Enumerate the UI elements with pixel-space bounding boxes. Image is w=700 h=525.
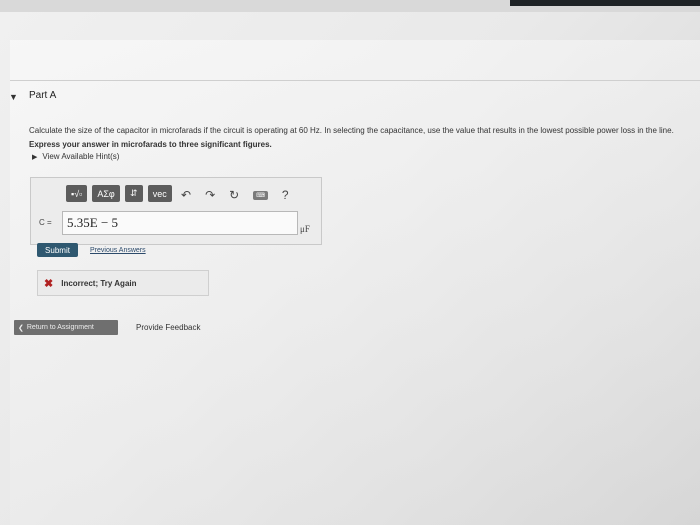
section-divider xyxy=(10,80,700,81)
feedback-text: Incorrect; Try Again xyxy=(61,278,137,288)
expand-arrow-icon: ▶ xyxy=(32,153,38,161)
view-hints-link[interactable]: ▶ View Available Hint(s) xyxy=(32,152,119,161)
instruction-text: Express your answer in microfarads to th… xyxy=(29,140,272,149)
submit-button[interactable]: Submit xyxy=(37,243,78,257)
undo-icon[interactable]: ↶ xyxy=(181,188,191,202)
hints-label: View Available Hint(s) xyxy=(42,152,120,161)
return-label: Return to Assignment xyxy=(26,324,94,331)
reset-icon[interactable]: ↻ xyxy=(229,188,239,202)
previous-answers-link[interactable]: Previous Answers xyxy=(90,247,146,254)
vec-button[interactable]: vec xyxy=(147,185,172,202)
variable-label: C = xyxy=(39,218,52,227)
chevron-left-icon: ❮ xyxy=(18,324,24,332)
provide-feedback-link[interactable]: Provide Feedback xyxy=(136,323,200,332)
templates-button[interactable]: ▪√▫ xyxy=(66,185,88,202)
part-title: Part A xyxy=(29,90,57,101)
edit-tools: ↶ ↷ ↻ ⌨ ? xyxy=(181,188,289,202)
top-strip xyxy=(0,0,700,12)
redo-icon[interactable]: ↷ xyxy=(205,188,215,202)
feedback-box: ✖ Incorrect; Try Again xyxy=(37,270,209,296)
return-to-assignment-button[interactable]: ❮ Return to Assignment xyxy=(14,320,118,335)
keyboard-icon[interactable]: ⌨ xyxy=(253,190,268,200)
answer-input[interactable]: 5.35E − 5 xyxy=(62,211,298,235)
greek-button[interactable]: ΑΣφ xyxy=(92,185,120,202)
collapse-toggle-icon[interactable]: ▼ xyxy=(9,92,18,102)
answer-box: ▪√▫ ΑΣφ ⇵ vec ↶ ↷ ↻ ⌨ ? C = 5.35E − 5 xyxy=(30,177,322,245)
help-icon[interactable]: ? xyxy=(282,188,289,202)
unit-label: μF xyxy=(300,224,310,234)
math-toolbar: ▪√▫ ΑΣφ ⇵ vec xyxy=(66,185,172,202)
top-dark-bar xyxy=(510,0,700,6)
question-text: Calculate the size of the capacitor in m… xyxy=(29,126,674,135)
incorrect-icon: ✖ xyxy=(44,277,54,290)
matrix-button[interactable]: ⇵ xyxy=(124,185,143,202)
